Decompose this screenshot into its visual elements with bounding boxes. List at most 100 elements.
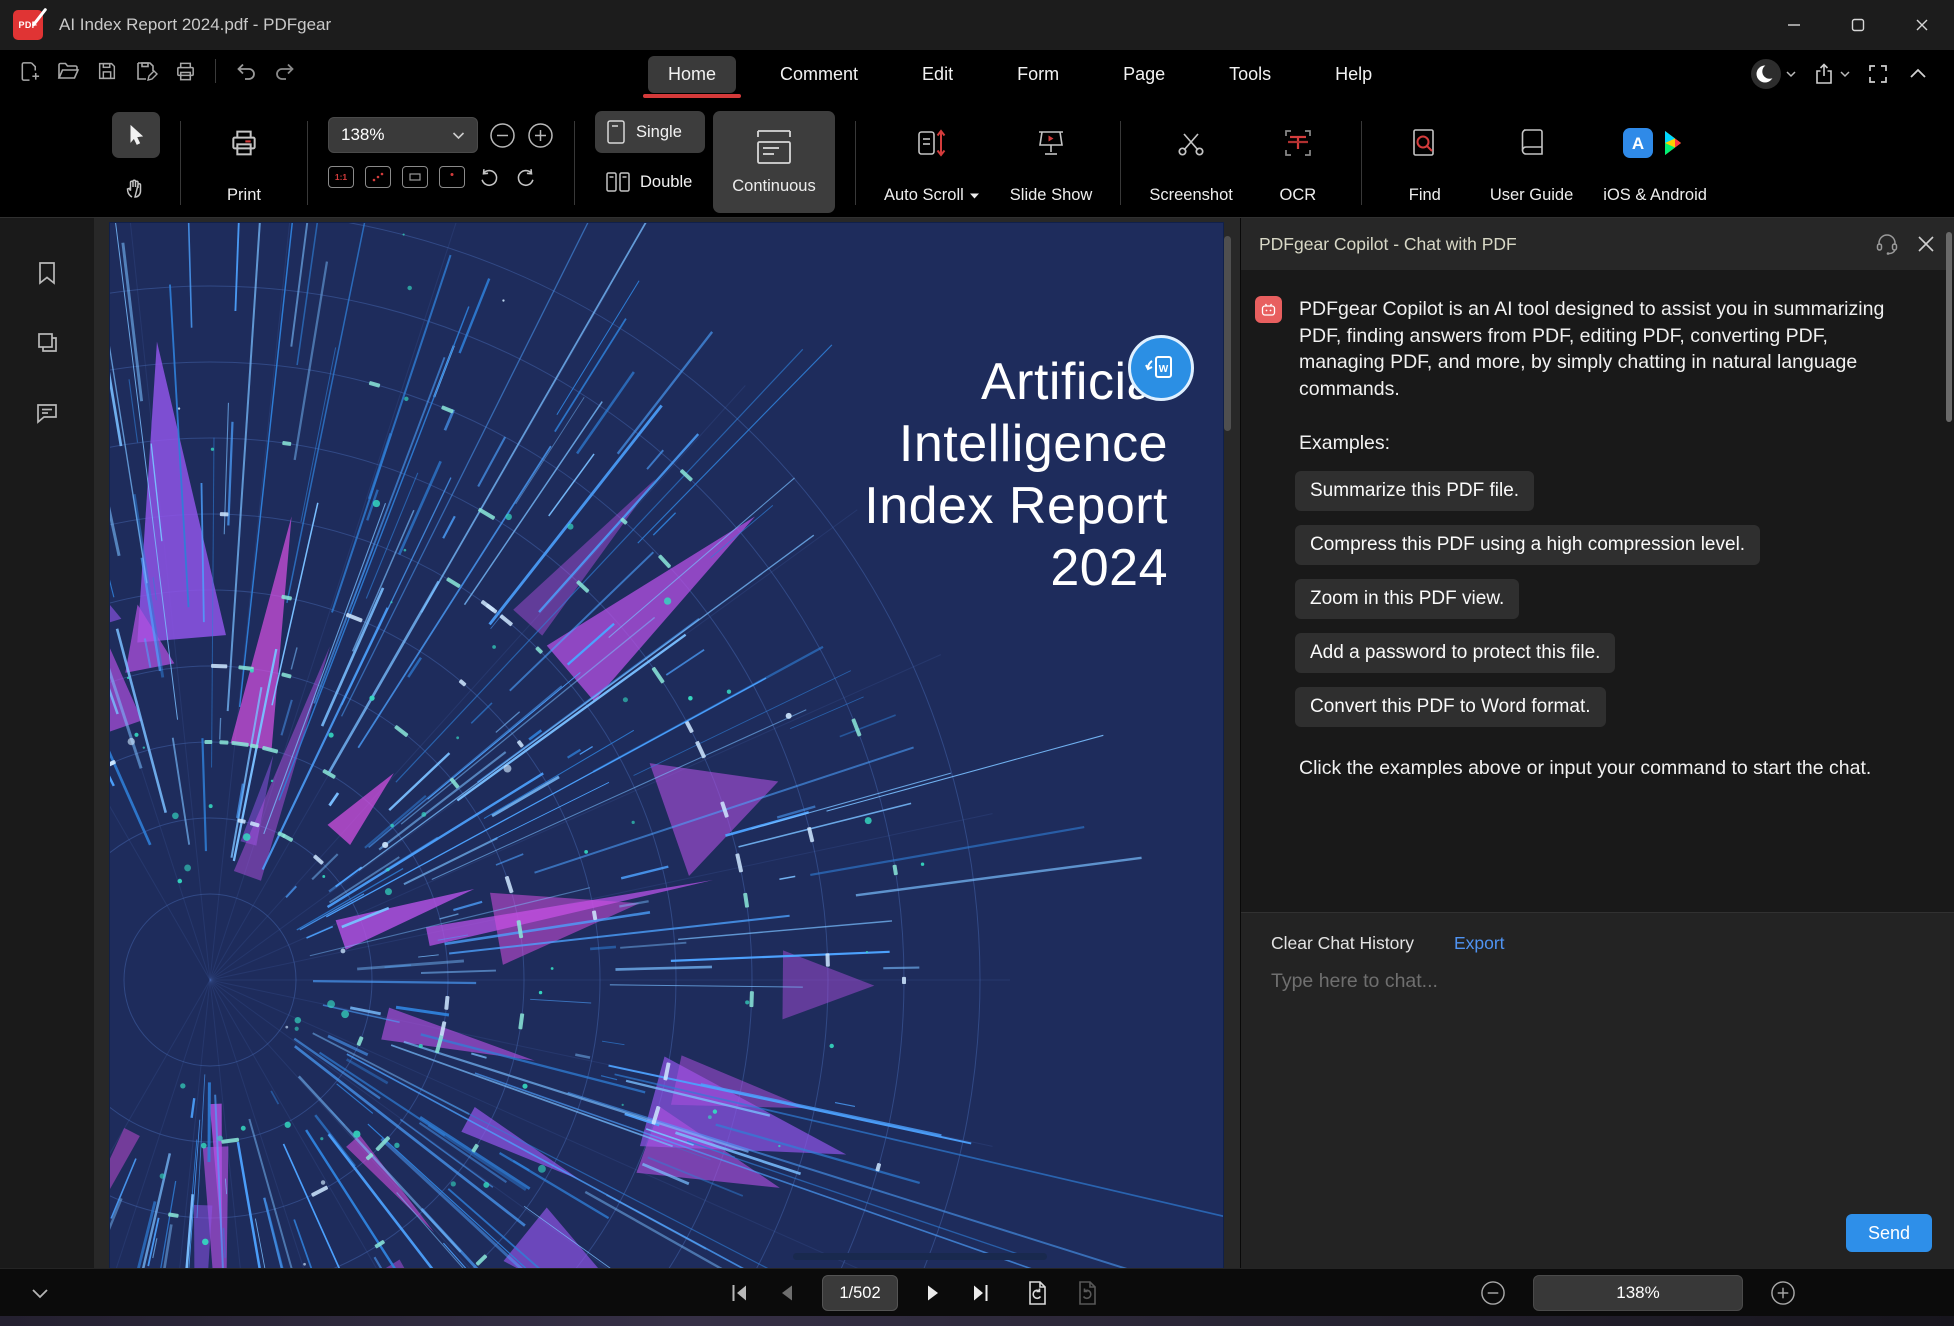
fit-page-button[interactable] (402, 166, 428, 188)
slide-show-button[interactable]: Slide Show (1002, 105, 1101, 217)
previous-page-icon (782, 1285, 792, 1301)
page-number-input[interactable] (822, 1275, 898, 1311)
collapse-ribbon-button[interactable] (1906, 62, 1930, 86)
example-convert-button[interactable]: Convert this PDF to Word format. (1295, 687, 1606, 727)
tab-form[interactable]: Form (997, 56, 1079, 93)
pages-icon (38, 333, 57, 352)
zoom-value: 138% (1616, 1283, 1660, 1302)
minus-circle-icon (490, 122, 515, 148)
zoom-in-button[interactable] (527, 122, 554, 149)
zoom-group: 138% 1:1 (328, 105, 554, 217)
print-label: Print (227, 186, 261, 204)
select-tool-button[interactable] (112, 112, 160, 158)
new-file-button[interactable] (16, 58, 42, 84)
chat-input[interactable] (1271, 970, 1891, 993)
cover-title-line: Intelligence (898, 415, 1168, 473)
collapse-bottom-button[interactable] (28, 1281, 52, 1305)
user-guide-button[interactable]: User Guide (1482, 105, 1581, 217)
copilot-scrollbar[interactable] (1946, 232, 1952, 422)
slide-show-label: Slide Show (1009, 186, 1093, 204)
tab-help[interactable]: Help (1315, 56, 1392, 93)
undo-button[interactable] (233, 58, 259, 84)
tab-comment[interactable]: Comment (760, 56, 878, 93)
home-ribbon: Print 138% 1:1 Single Double Continuous … (0, 105, 1954, 218)
next-page-button[interactable] (922, 1281, 944, 1305)
clear-chat-history-link[interactable]: Clear Chat History (1271, 933, 1414, 954)
zoom-out-bottom-button[interactable] (1480, 1280, 1506, 1306)
maximize-icon (1851, 18, 1865, 32)
auto-scroll-button[interactable]: Auto Scroll (876, 105, 988, 217)
bookmarks-panel-button[interactable] (32, 258, 62, 288)
zoom-level-indicator[interactable]: 138% (1533, 1275, 1743, 1311)
comments-panel-button[interactable] (32, 398, 62, 428)
print-button[interactable]: Print (201, 105, 287, 217)
fullscreen-button[interactable] (1866, 62, 1890, 86)
example-summarize-button[interactable]: Summarize this PDF file. (1295, 471, 1535, 511)
example-zoom-button[interactable]: Zoom in this PDF view. (1295, 579, 1520, 619)
tab-page[interactable]: Page (1103, 56, 1185, 93)
previous-view-button[interactable] (1024, 1279, 1050, 1307)
zoom-level-select[interactable]: 138% (328, 117, 478, 153)
copilot-intro-text: PDFgear Copilot is an AI tool designed t… (1299, 298, 1885, 400)
close-button[interactable] (1890, 0, 1954, 50)
page-view-group: Single Double Continuous (595, 105, 835, 217)
fit-visible-button[interactable] (439, 166, 465, 188)
save-as-button[interactable] (133, 58, 159, 84)
undo-icon (237, 63, 255, 80)
ocr-button[interactable]: OCR (1255, 105, 1341, 217)
auto-scroll-text: Auto Scroll (884, 186, 964, 204)
copilot-title: PDFgear Copilot - Chat with PDF (1259, 233, 1517, 254)
copilot-hint-text: Click the examples above or input your c… (1299, 757, 1872, 779)
quick-print-button[interactable] (172, 58, 198, 84)
next-view-button[interactable] (1074, 1279, 1100, 1307)
share-button[interactable] (1812, 62, 1850, 86)
rotate-right-button[interactable] (513, 165, 539, 189)
auto-scroll-icon (915, 121, 949, 165)
ocr-label: OCR (1279, 186, 1317, 204)
example-compress-button[interactable]: Compress this PDF using a high compressi… (1295, 525, 1761, 565)
last-page-button[interactable] (968, 1281, 992, 1305)
copilot-support-button[interactable] (1874, 231, 1900, 257)
single-page-button[interactable]: Single (595, 111, 705, 153)
open-file-button[interactable] (55, 58, 81, 84)
convert-to-word-badge[interactable]: W (1128, 335, 1194, 401)
ios-android-button[interactable]: A iOS & Android (1595, 105, 1715, 217)
document-scrollbar[interactable] (1224, 236, 1231, 431)
continuous-view-button[interactable]: Continuous (713, 111, 835, 213)
screenshot-button[interactable]: Screenshot (1141, 105, 1240, 217)
example-password-button[interactable]: Add a password to protect this file. (1295, 633, 1616, 673)
actual-size-button[interactable]: 1:1 (328, 166, 354, 188)
copilot-close-button[interactable] (1916, 234, 1936, 254)
tab-edit[interactable]: Edit (902, 56, 973, 93)
zoom-in-bottom-button[interactable] (1770, 1280, 1796, 1306)
send-button[interactable]: Send (1846, 1214, 1932, 1252)
rotate-left-button[interactable] (476, 165, 502, 189)
horizontal-scrollbar[interactable] (793, 1253, 1047, 1260)
hand-tool-button[interactable] (112, 165, 160, 211)
continuous-view-icon (757, 129, 791, 164)
print-icon (176, 62, 194, 80)
pages-panel-button[interactable] (32, 328, 62, 358)
tab-home[interactable]: Home (642, 56, 742, 98)
minimize-button[interactable] (1762, 0, 1826, 50)
comment-icon (37, 404, 57, 424)
main-area: Artificial Intelligence Index Report 202… (0, 218, 1954, 1268)
export-link[interactable]: Export (1454, 933, 1505, 954)
save-button[interactable] (94, 58, 120, 84)
zoom-out-button[interactable] (489, 122, 516, 149)
double-page-button[interactable]: Double (595, 161, 705, 203)
double-label: Double (640, 172, 693, 191)
theme-toggle-button[interactable] (1750, 58, 1796, 90)
fit-width-button[interactable] (365, 166, 391, 188)
maximize-button[interactable] (1826, 0, 1890, 50)
tab-tools[interactable]: Tools (1209, 56, 1291, 93)
pdf-page[interactable]: Artificial Intelligence Index Report 202… (110, 223, 1223, 1268)
find-button[interactable]: Find (1382, 105, 1468, 217)
redo-button[interactable] (272, 58, 298, 84)
previous-view-icon (1029, 1281, 1046, 1305)
document-viewport[interactable]: Artificial Intelligence Index Report 202… (94, 218, 1240, 1268)
status-bar: 138% (0, 1268, 1954, 1316)
previous-page-button[interactable] (776, 1281, 798, 1305)
cover-title-line: Index Report (864, 477, 1168, 535)
first-page-button[interactable] (728, 1281, 752, 1305)
